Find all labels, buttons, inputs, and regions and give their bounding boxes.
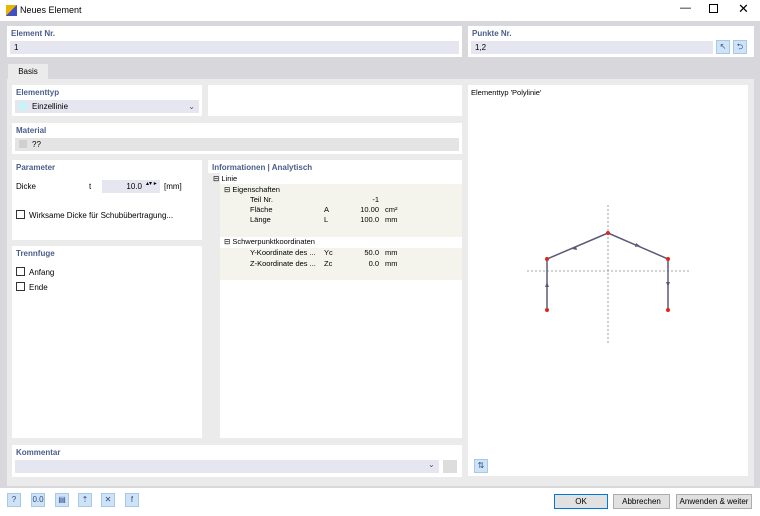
kommentar-input[interactable]	[15, 460, 439, 473]
trennfuge-panel: Trennfuge Anfang Ende	[12, 246, 202, 438]
row-name: Teil Nr.	[250, 195, 273, 204]
row-name: Länge	[250, 215, 271, 224]
empty-panel	[208, 85, 462, 116]
minimize-button[interactable]: —	[680, 2, 691, 14]
dicke-label: Dicke	[16, 182, 37, 191]
app-icon	[6, 5, 17, 16]
dicke-spinner[interactable]: ▴▾ ▸	[146, 180, 157, 187]
arrow-marker	[666, 282, 670, 287]
chevron-down-icon[interactable]: ⌄	[428, 460, 435, 469]
kommentar-panel: Kommentar ⌄	[12, 445, 462, 477]
tree-group-schwerpunkt[interactable]: ⊟ Schwerpunktkoordinaten	[224, 237, 462, 247]
anfang-label: Anfang	[29, 268, 55, 277]
table-row: Länge L 100.0 mm	[208, 215, 462, 225]
element-nr-input[interactable]: 1	[10, 41, 459, 54]
ok-button[interactable]: OK	[554, 494, 608, 509]
tab-basis[interactable]: Basis	[8, 64, 48, 79]
row-symbol: A	[324, 205, 330, 214]
preview-panel: Elementtyp 'Polylinie' ⇅	[468, 85, 748, 476]
row-unit: cm²	[385, 205, 398, 214]
elementtyp-select[interactable]: Einzellinie ⌄	[15, 100, 199, 113]
tree-root-label: Linie	[221, 174, 238, 183]
table-row: Fläche A 10.00 cm²	[208, 205, 462, 215]
row-symbol: Yc	[324, 248, 333, 257]
element-nr-label: Element Nr.	[11, 29, 56, 38]
material-label: Material	[16, 126, 47, 135]
group-title: Schwerpunktkoordinaten	[232, 237, 315, 246]
cancel-button[interactable]: Abbrechen	[613, 494, 670, 509]
row-symbol: Zc	[324, 259, 333, 268]
element-nr-panel: Element Nr. 1	[7, 26, 462, 57]
title-bar: Neues Element — ✕	[0, 0, 760, 21]
point	[666, 308, 670, 312]
elementtyp-panel: Elementtyp Einzellinie ⌄	[12, 85, 202, 116]
punkte-nr-input[interactable]: 1,2	[471, 41, 713, 54]
wirksame-dicke-checkbox[interactable]	[16, 210, 25, 219]
polyline	[546, 232, 669, 310]
point	[666, 257, 670, 261]
row-name: Y-Koordinate des ...	[250, 248, 316, 257]
import-icon[interactable]: ⇡	[78, 493, 92, 507]
ende-checkbox[interactable]	[16, 282, 25, 291]
punkte-nr-panel: Punkte Nr. 1,2 ↖ ⮌	[468, 26, 754, 57]
apply-continue-button[interactable]: Anwenden & weiter	[676, 494, 752, 509]
tree-root[interactable]: ⊟ Linie	[213, 174, 462, 184]
wirksame-dicke-label: Wirksame Dicke für Schubübertragung...	[29, 211, 174, 220]
table-row: Teil Nr. -1	[208, 195, 462, 205]
info-tree: ⊟ Linie ⊟ Eigenschaften Teil Nr. -1 Fläch…	[208, 173, 462, 438]
point	[545, 257, 549, 261]
display-icon[interactable]: ▤	[55, 493, 69, 507]
kommentar-label: Kommentar	[16, 448, 61, 457]
trennfuge-label: Trennfuge	[16, 249, 55, 258]
bottom-bar: ? 0.0 ▤ ⇡ ✕ f OK Abbrechen Anwenden & we…	[0, 488, 760, 516]
parameter-label: Parameter	[16, 163, 56, 172]
material-value: ??	[32, 140, 41, 149]
row-value: 50.0	[364, 248, 379, 257]
row-name: Fläche	[250, 205, 273, 214]
ende-label: Ende	[29, 283, 48, 292]
parameter-panel: Parameter Dicke t 10.0 ▴▾ ▸ [mm] Wirksam…	[12, 160, 202, 240]
row-value: 10.00	[360, 205, 379, 214]
window-title: Neues Element	[20, 5, 82, 15]
punkte-nr-label: Punkte Nr.	[472, 29, 512, 38]
preview-settings-icon[interactable]: ⇅	[474, 459, 488, 473]
elementtyp-value: Einzellinie	[32, 102, 69, 111]
help-icon[interactable]: ?	[7, 493, 21, 507]
polyline-diagram	[527, 205, 690, 345]
material-select[interactable]: ??	[15, 138, 459, 151]
row-name: Z-Koordinate des ...	[250, 259, 316, 268]
dicke-symbol: t	[89, 182, 92, 191]
units-icon[interactable]: 0.0	[31, 493, 45, 507]
material-swatch	[19, 140, 27, 148]
table-row: Z-Koordinate des ... Zc 0.0 mm	[208, 259, 462, 269]
material-panel: Material ??	[12, 123, 462, 154]
info-panel: Informationen | Analytisch ⊟ Linie ⊟ Eig…	[208, 160, 462, 438]
maximize-button[interactable]	[709, 4, 718, 13]
row-unit: mm	[385, 259, 398, 268]
elementtyp-label: Elementtyp	[16, 88, 60, 97]
row-value: -1	[372, 195, 379, 204]
row-symbol: L	[324, 215, 329, 224]
point	[606, 231, 610, 235]
pick-points-icon[interactable]: ↖	[716, 40, 730, 54]
formula-icon[interactable]: f	[125, 493, 139, 507]
copy-icon[interactable]	[443, 460, 457, 473]
group-title: Eigenschaften	[232, 185, 280, 194]
row-value: 100.0	[360, 215, 379, 224]
reverse-icon[interactable]: ⮌	[733, 40, 747, 54]
tree-group-eigenschaften[interactable]: ⊟ Eigenschaften	[224, 185, 462, 195]
info-label: Informationen | Analytisch	[212, 163, 313, 172]
arrow-marker	[545, 282, 549, 287]
elementtyp-swatch	[19, 102, 27, 110]
table-row: Y-Koordinate des ... Yc 50.0 mm	[208, 248, 462, 258]
dicke-unit: [mm]	[164, 182, 182, 191]
row-unit: mm	[385, 215, 398, 224]
chevron-down-icon: ⌄	[188, 102, 195, 111]
row-value: 0.0	[368, 259, 379, 268]
delete-icon[interactable]: ✕	[101, 493, 115, 507]
anfang-checkbox[interactable]	[16, 267, 25, 276]
point	[545, 308, 549, 312]
close-button[interactable]: ✕	[738, 1, 749, 17]
row-unit: mm	[385, 248, 398, 257]
